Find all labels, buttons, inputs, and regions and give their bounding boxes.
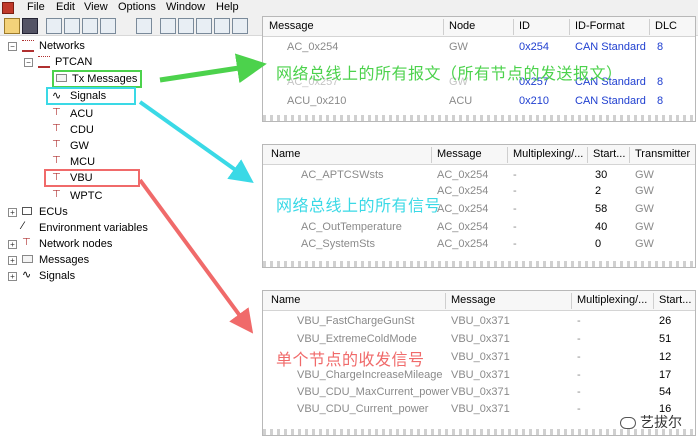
annotation-node-signals: 单个节点的收发信号 [276,352,425,369]
annotation-all-messages: 网络总线上的所有报文（所有节点的发送报文） [276,66,623,83]
annotation-all-signals: 网络总线上的所有信号 [276,198,442,215]
wechat-icon [620,417,636,430]
red-arrow [138,178,254,334]
cyan-arrow [138,100,254,183]
watermark: 艺拔尔 [620,412,682,432]
green-arrow [159,53,267,84]
